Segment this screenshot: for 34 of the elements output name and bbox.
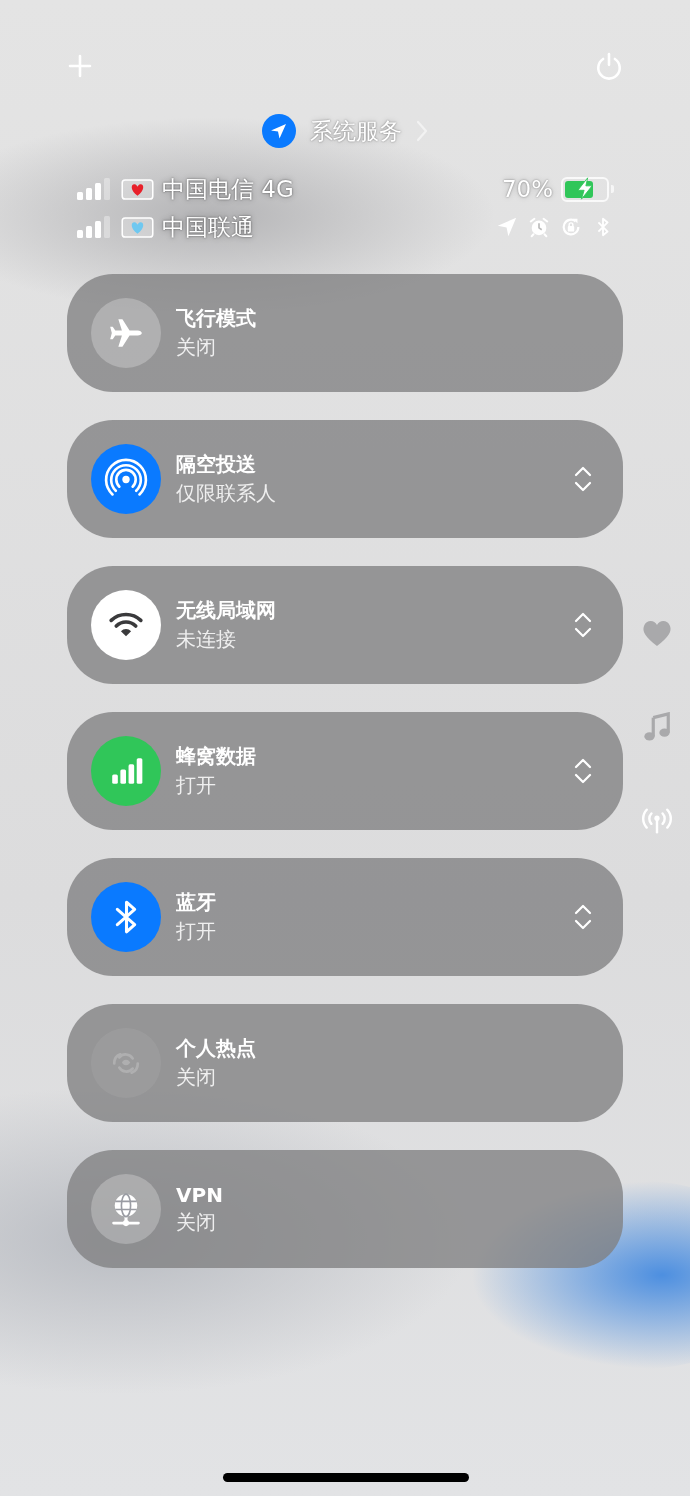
- control-tile[interactable]: 隔空投送 仅限联系人: [67, 420, 623, 538]
- toggle-title: 蜂窝数据: [176, 743, 257, 770]
- toggle-status: 打开: [176, 918, 217, 945]
- toggle-status: 关闭: [176, 1064, 217, 1091]
- carrier-name: 中国联通: [162, 212, 254, 242]
- toggle-title: 个人热点: [176, 1035, 257, 1062]
- up-down-chevron-icon[interactable]: [573, 611, 593, 639]
- up-down-chevron-icon[interactable]: [573, 903, 593, 931]
- alarm-clock-icon: [528, 216, 550, 238]
- location-icon: [262, 114, 296, 148]
- location-arrow-icon: [496, 216, 518, 238]
- toggle-title: 隔空投送: [176, 451, 257, 478]
- signal-icon: [77, 177, 113, 201]
- control-tile[interactable]: VPN 关闭: [67, 1150, 623, 1268]
- music-note-icon[interactable]: [641, 712, 672, 742]
- toggle-status: 关闭: [176, 334, 217, 361]
- up-down-chevron-icon[interactable]: [573, 465, 593, 493]
- toggle-title: 飞行模式: [176, 305, 257, 332]
- toggle-title: 无线局域网: [176, 597, 277, 624]
- toggle-status: 打开: [176, 772, 217, 799]
- control-tile[interactable]: 无线局域网 未连接: [67, 566, 623, 684]
- signal-icon: [77, 215, 113, 239]
- control-tile[interactable]: 蓝牙 打开: [67, 858, 623, 976]
- toggle-status: 仅限联系人: [176, 480, 277, 507]
- toggle-status: 关闭: [176, 1208, 217, 1236]
- rotation-lock-icon: [560, 216, 582, 238]
- toggle-status: 未连接: [176, 626, 237, 653]
- toggle-title: 蓝牙: [176, 889, 217, 916]
- toggle-title: VPN: [176, 1182, 224, 1207]
- control-tile[interactable]: 飞行模式 关闭: [67, 274, 623, 392]
- heart-icon[interactable]: [641, 618, 672, 648]
- carrier-name: 中国电信 4G: [162, 174, 294, 204]
- up-down-chevron-icon[interactable]: [573, 757, 593, 785]
- control-tile[interactable]: 蜂窝数据 打开: [67, 712, 623, 830]
